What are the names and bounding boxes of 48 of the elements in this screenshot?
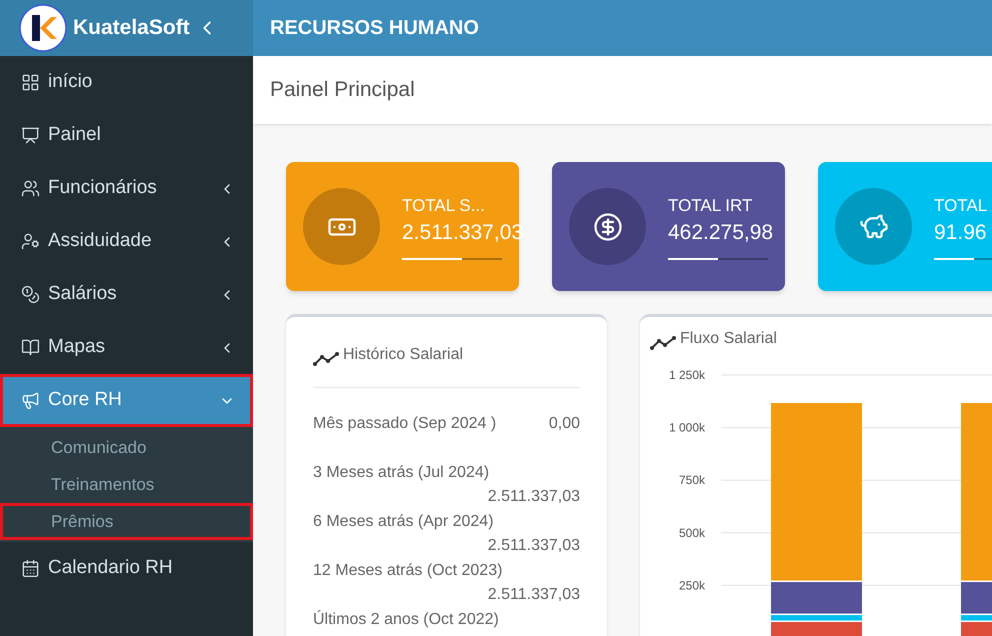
brand-name: KuatelaSoft <box>73 15 190 42</box>
history-value: 2.511.337,03 <box>488 487 580 507</box>
stat-title: TOTAL <box>934 194 988 217</box>
stat-icon <box>592 212 622 242</box>
history-label: 3 Meses atrás (Jul 2024) <box>313 462 490 482</box>
trend-line-icon <box>313 351 339 367</box>
menu-icon <box>21 285 40 304</box>
menu-icon <box>21 232 40 251</box>
submenu-item[interactable]: Prêmios <box>0 503 253 540</box>
card-title: Histórico Salarial <box>343 345 464 365</box>
history-label: Últimos 2 anos (Oct 2022) <box>313 609 499 630</box>
axis-tick-label: 750k <box>678 473 705 488</box>
nav-item[interactable]: Assiduidade <box>0 215 253 268</box>
menu-icon <box>21 338 40 357</box>
nav-item[interactable]: Salários <box>0 268 253 321</box>
page-title: Painel Principal <box>270 77 415 104</box>
logo-icon <box>19 4 67 52</box>
stat-value: 462.275,98 <box>668 220 774 246</box>
nav-item[interactable]: Calendario RH <box>0 542 253 595</box>
nav-item[interactable]: Mapas <box>0 321 253 374</box>
history-value: 2.511.337,03 <box>488 585 580 605</box>
submenu-item[interactable]: Comunicado <box>0 429 253 466</box>
menu-icon <box>21 73 40 92</box>
history-value: 2.511.337,03 <box>488 536 580 556</box>
axis-tick-label: 1 000k <box>668 420 705 435</box>
axis-tick-label: 250k <box>678 578 705 592</box>
stat-title: TOTAL S... <box>402 194 486 217</box>
menu-icon <box>21 391 40 410</box>
header-title: RECURSOS HUMANO <box>270 16 479 41</box>
nav-item[interactable]: Core RH <box>0 374 253 427</box>
nav-item[interactable]: início <box>0 56 253 109</box>
axis-tick-label: 500k <box>678 526 705 540</box>
nav-item[interactable]: Funcionários <box>0 162 253 215</box>
stat-value: 91.96 <box>934 220 988 246</box>
menu-icon <box>21 126 40 145</box>
submenu-item[interactable]: Treinamentos <box>0 466 253 503</box>
bar-segment <box>961 622 992 636</box>
history-label: Mês passado (Sep 2024 ) <box>313 414 496 434</box>
axis-tick-label: 1 250k <box>668 368 705 382</box>
card-title: Fluxo Salarial <box>680 329 777 349</box>
stat-title: TOTAL IRT <box>668 194 754 217</box>
trend-line-icon <box>650 335 676 351</box>
history-label: 12 Meses atrás (Oct 2023) <box>313 560 502 580</box>
menu-icon <box>21 179 40 198</box>
history-value: 0,00 <box>548 414 580 434</box>
nav-item[interactable]: Painel <box>0 109 253 162</box>
history-label: 6 Meses atrás (Apr 2024) <box>313 512 494 532</box>
menu-icon <box>21 559 40 578</box>
